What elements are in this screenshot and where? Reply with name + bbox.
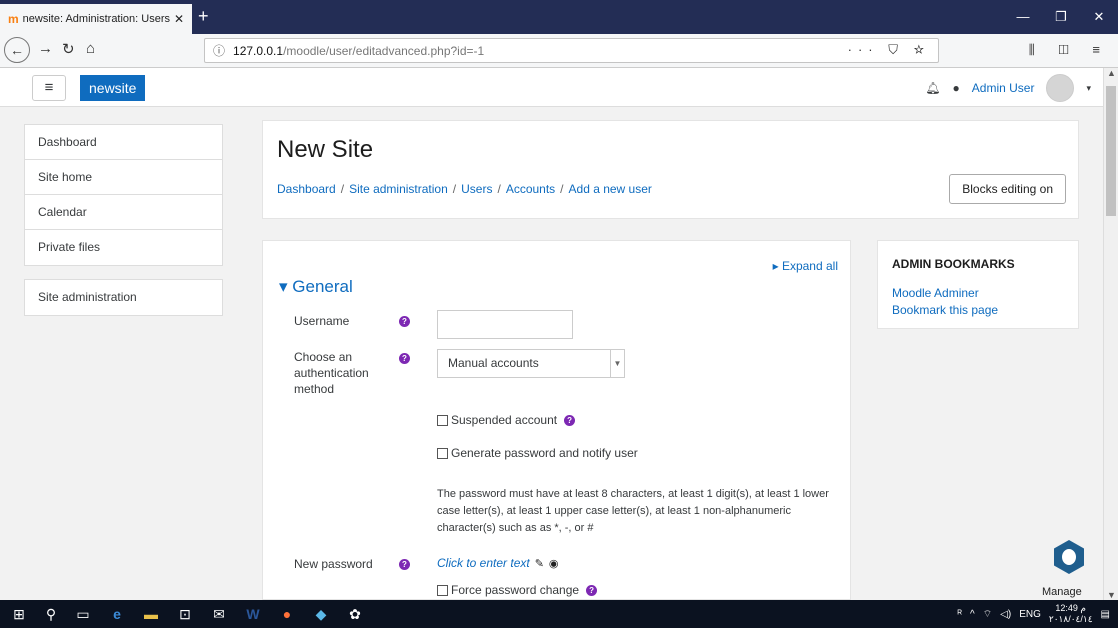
avatar[interactable] (1046, 74, 1075, 102)
tab-close-icon[interactable]: ✕ (174, 12, 184, 26)
word-icon[interactable]: W (236, 600, 270, 628)
blocks-editing-button[interactable]: Blocks editing on (949, 174, 1066, 204)
messages-icon[interactable]: ● (953, 81, 960, 95)
sidebar-item-dashboard[interactable]: Dashboard (25, 125, 222, 160)
breadcrumb-item[interactable]: Users (461, 182, 492, 196)
breadcrumb-item[interactable]: Add a new user (569, 182, 652, 196)
moodle-header: ≡ newsite 🔔︎ ● Admin User ▾ (0, 68, 1103, 107)
url-path: /moodle/user/editadvanced.php?id=-1 (283, 43, 485, 58)
close-window-icon[interactable]: ✕ (1080, 0, 1118, 34)
site-brand-button[interactable]: newsite (80, 75, 146, 101)
scroll-up-icon[interactable]: ▲ (1104, 68, 1118, 78)
windows-start-icon[interactable]: ⊞ (2, 600, 36, 628)
suspended-checkbox[interactable]: Suspended account? (437, 413, 576, 427)
new-password-field[interactable]: Click to enter text ✎ ◉ (437, 556, 559, 570)
system-tray: ᴿ ^ ⌔ ◁) ENG 12:49 م ٢٠١٨/٠٤/١٤ ▤ (958, 600, 1110, 628)
chevron-down-icon: ▼ (610, 350, 624, 377)
user-name[interactable]: Admin User (972, 81, 1035, 95)
file-explorer-icon[interactable]: ▬ (134, 600, 168, 628)
minimize-icon[interactable]: — (1004, 0, 1042, 34)
moodle-favicon-icon: m (8, 12, 19, 26)
help-icon[interactable]: ? (399, 559, 410, 570)
store-icon[interactable]: ⊡ (168, 600, 202, 628)
drawer-toggle-icon[interactable]: ≡ (32, 75, 66, 101)
auth-label: Choose an authentication method (294, 350, 369, 396)
nav-drawer: Dashboard Site home Calendar Private fil… (24, 124, 223, 329)
help-icon[interactable]: ? (586, 584, 598, 596)
browser-tab[interactable]: m newsite: Administration: Users ✕ (0, 4, 192, 34)
home-icon[interactable]: ⌂ (86, 40, 95, 57)
sidebar-item-private-files[interactable]: Private files (25, 230, 222, 265)
page-header: New Site Dashboard / Site administration / U… (262, 120, 1079, 219)
volume-icon[interactable]: ◁) (1000, 609, 1011, 620)
browser-nav-bar: ← → ↻ ⌂ ⓘ 127.0.0.1 /moodle/user/editadv… (0, 34, 1118, 68)
block-title: ADMIN BOOKMARKS (892, 257, 1015, 271)
page-scrollbar[interactable]: ▲ ▼ (1103, 68, 1118, 600)
user-form: ▸ Expand all ▾ General Username ? Choose… (262, 240, 851, 600)
password-rules: The password must have at least 8 charac… (437, 488, 829, 534)
help-icon[interactable]: ? (399, 316, 410, 327)
people-icon[interactable]: ᴿ (958, 609, 963, 620)
breadcrumb-item[interactable]: Accounts (506, 182, 555, 196)
notifications-icon[interactable]: 🔔︎ (925, 81, 940, 95)
page-actions-icon[interactable]: ··· ⛉ ☆ (848, 42, 930, 58)
expand-all-link[interactable]: ▸ Expand all (773, 259, 838, 273)
username-input[interactable] (437, 310, 573, 339)
url-host: 127.0.0.1 (233, 43, 284, 58)
back-icon[interactable]: ← (4, 37, 30, 63)
breadcrumb: Dashboard / Site administration / Users / Acco… (277, 182, 652, 196)
help-icon[interactable]: ? (399, 353, 410, 364)
tray-chevron-icon[interactable]: ^ (970, 609, 975, 620)
breadcrumb-item[interactable]: Site administration (349, 182, 448, 196)
sidebar-item-site-administration[interactable]: Site administration (25, 280, 222, 315)
mail-icon[interactable]: ✉ (202, 600, 236, 628)
eye-icon[interactable]: ◉ (549, 558, 559, 570)
page-title: New Site (277, 136, 374, 163)
scroll-thumb[interactable] (1106, 86, 1116, 216)
auth-method-select[interactable]: Manual accounts ▼ (437, 349, 625, 378)
edge-icon[interactable]: e (100, 600, 134, 628)
network-icon[interactable]: ⌔ (983, 608, 992, 621)
username-label: Username (294, 314, 350, 328)
firefox-icon[interactable]: ● (270, 600, 304, 628)
manage-label: Manage (1042, 586, 1082, 598)
windows-taskbar: ⊞ ⚲ ▭ e ▬ ⊡ ✉ W ● ◆ ✿ ᴿ ^ ⌔ ◁) ENG 12:49… (0, 600, 1118, 628)
section-general-toggle[interactable]: ▾ General (279, 277, 353, 297)
window-controls: — ❐ ✕ (1004, 0, 1118, 34)
info-icon[interactable]: ⓘ (213, 42, 225, 59)
help-icon[interactable]: ? (564, 414, 576, 426)
bookmark-link[interactable]: Bookmark this page (892, 303, 998, 317)
sidebar-item-calendar[interactable]: Calendar (25, 195, 222, 230)
force-password-change-checkbox[interactable]: Force password change? (437, 583, 598, 597)
breadcrumb-item[interactable]: Dashboard (277, 182, 336, 196)
tab-title: newsite: Administration: Users (22, 13, 170, 25)
language-indicator[interactable]: ENG (1019, 609, 1041, 620)
manage-widget[interactable]: Manage (1042, 540, 1100, 600)
task-view-icon[interactable]: ▭ (66, 600, 100, 628)
generate-password-checkbox[interactable]: Generate password and notify user (437, 446, 638, 460)
search-icon[interactable]: ⚲ (34, 600, 68, 628)
new-password-label: New password (294, 557, 373, 571)
sidebar-item-site-home[interactable]: Site home (25, 160, 222, 195)
user-menu-caret-icon[interactable]: ▾ (1086, 83, 1091, 94)
app-icon[interactable]: ✿ (338, 600, 372, 628)
browser-tab-bar: m newsite: Administration: Users ✕ + — ❐… (0, 0, 1118, 34)
reload-icon[interactable]: ↻ (62, 40, 75, 58)
notification-center-icon[interactable]: ▤ (1101, 609, 1110, 620)
bookmark-link[interactable]: Moodle Adminer (892, 286, 979, 300)
restore-icon[interactable]: ❐ (1042, 0, 1080, 34)
clock[interactable]: 12:49 م ٢٠١٨/٠٤/١٤ (1049, 603, 1093, 625)
box-app-icon[interactable]: ◆ (304, 600, 338, 628)
new-tab-icon[interactable]: + (198, 6, 209, 27)
library-icon[interactable]: ⫼ ◫ ≡ (1029, 42, 1110, 58)
scroll-down-icon[interactable]: ▼ (1104, 590, 1118, 600)
pencil-icon[interactable]: ✎ (535, 558, 544, 570)
url-bar[interactable]: ⓘ 127.0.0.1 /moodle/user/editadvanced.ph… (204, 38, 939, 63)
admin-bookmarks-block: ADMIN BOOKMARKS Moodle Adminer Bookmark … (877, 240, 1079, 329)
forward-icon[interactable]: → (38, 40, 53, 57)
